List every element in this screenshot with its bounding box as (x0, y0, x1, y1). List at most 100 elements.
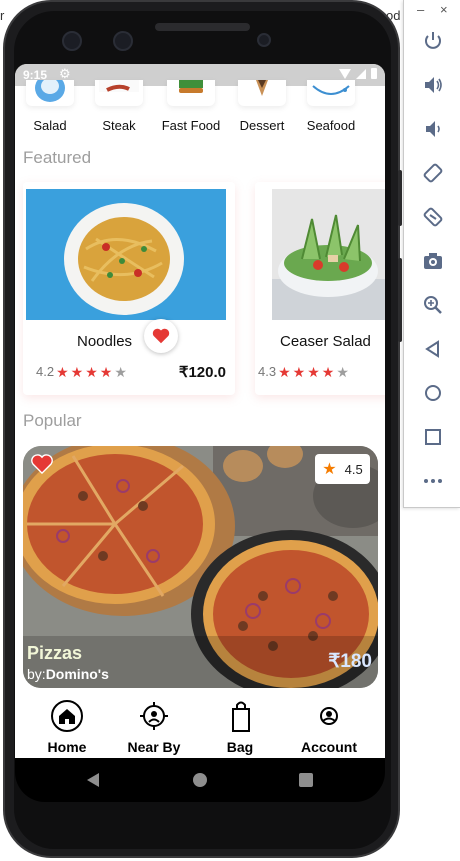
category-dessert-image (238, 80, 286, 106)
vendor-name: Domino's (45, 666, 109, 682)
nav-bag[interactable]: Bag (223, 698, 257, 755)
star-icon: ★ (278, 363, 291, 380)
power-icon (425, 32, 441, 49)
category-seafood[interactable]: Seafood (301, 80, 361, 136)
zoom-button[interactable] (418, 290, 448, 320)
wifi-icon (339, 68, 351, 79)
phone-camera-left (62, 31, 82, 51)
nav-bag-label: Bag (226, 739, 254, 755)
category-dessert[interactable]: Dessert (232, 80, 292, 136)
screenshot-icon (424, 253, 442, 269)
more-button[interactable] (418, 466, 448, 496)
featured-card-ceaser-salad[interactable]: Ceaser Salad 4.3 ★ ★ ★ ★ ★ (255, 182, 385, 395)
volume-down-button[interactable] (418, 114, 448, 144)
bottom-navigation: Home Near By Bag Account (15, 694, 385, 758)
zoom-icon (424, 296, 442, 314)
minimize-button[interactable]: – (417, 2, 424, 17)
salad-photo (272, 189, 385, 320)
nav-home[interactable]: Home (45, 698, 89, 755)
star-icon: ★ (307, 363, 320, 380)
popular-rating-badge: ★ 4.5 (315, 454, 370, 484)
near-by-icon (140, 702, 168, 730)
account-icon (320, 707, 338, 725)
nav-home-label: Home (47, 739, 87, 755)
rotate-right-button[interactable] (418, 202, 448, 232)
bag-icon (232, 701, 250, 732)
volume-down-icon (426, 121, 440, 137)
power-button[interactable] (418, 26, 448, 56)
system-navigation-bar (15, 758, 385, 802)
system-back-icon[interactable] (86, 772, 100, 788)
home-button[interactable] (418, 378, 448, 408)
star-icon: ★ (292, 363, 306, 380)
home-icon (51, 700, 83, 732)
home-icon (425, 385, 441, 401)
system-home-icon[interactable] (192, 772, 208, 788)
featured-item-price: ₹120.0 (178, 364, 226, 381)
star-icon: ★ (70, 363, 84, 380)
phone-sensor (257, 33, 271, 47)
app-screen: 9:15 ⚙ Salad Steak Fast Food Dessert Sea… (15, 64, 385, 758)
overview-button[interactable] (418, 422, 448, 452)
popular-item-vendor: by:Domino's (27, 666, 109, 682)
star-icon: ★ (99, 363, 113, 380)
status-icons (339, 68, 377, 79)
popular-rating-value: 4.5 (344, 461, 363, 477)
popular-card-pizzas[interactable]: ★ 4.5 Pizzas by:Domino's ₹180 (23, 446, 378, 688)
rotate-left-button[interactable] (418, 158, 448, 188)
featured-card-noodles[interactable]: Noodles 4.2 ★ ★ ★ ★ ★ ₹120.0 (23, 182, 235, 395)
emulator-window: r od 9:15 ⚙ Salad Steak Fast Food Desser… (0, 0, 460, 861)
star-icon: ★ (85, 363, 98, 380)
category-salad-label: Salad (33, 118, 67, 133)
rotate-left-icon (423, 163, 443, 183)
favorite-button[interactable] (144, 319, 178, 353)
nav-account-label: Account (301, 739, 357, 755)
nav-near-by-label: Near By (127, 739, 181, 755)
phone-volume-key (398, 258, 402, 342)
featured-title: Featured (23, 148, 92, 167)
back-button[interactable] (418, 334, 448, 364)
category-seafood-image (307, 80, 355, 106)
back-icon (425, 340, 439, 358)
rotate-right-icon (423, 207, 443, 227)
volume-up-icon (425, 77, 442, 93)
featured-item-name: Noodles (77, 333, 133, 350)
featured-item-name: Ceaser Salad (280, 333, 371, 350)
category-fast-food-label: Fast Food (161, 118, 221, 133)
favorite-button[interactable] (31, 454, 53, 479)
screenshot-button[interactable] (418, 246, 448, 276)
star-icon: ★ (321, 363, 335, 380)
category-salad[interactable]: Salad (20, 80, 80, 136)
nav-account[interactable]: Account (299, 698, 359, 755)
more-icon (424, 479, 442, 483)
close-button[interactable]: × (440, 2, 448, 17)
star-icon: ★ (322, 461, 337, 478)
featured-item-rating: 4.2 ★ ★ ★ ★ ★ (36, 364, 127, 379)
phone-camera-right (113, 31, 133, 51)
rating-value: 4.3 (258, 364, 277, 379)
emulator-toolbar: – × (403, 0, 460, 508)
volume-up-button[interactable] (418, 70, 448, 100)
category-fast-food-image (167, 80, 215, 106)
category-steak-image (95, 80, 143, 106)
star-icon: ★ (56, 363, 69, 380)
category-steak[interactable]: Steak (89, 80, 149, 136)
category-fast-food[interactable]: Fast Food (161, 80, 221, 136)
rating-value: 4.2 (36, 364, 55, 379)
popular-item-name: Pizzas (27, 643, 83, 663)
vendor-prefix: by: (27, 666, 46, 682)
featured-item-rating: 4.3 ★ ★ ★ ★ ★ (258, 364, 349, 379)
category-seafood-label: Seafood (306, 118, 356, 133)
noodles-photo (26, 189, 226, 320)
overview-icon (425, 429, 441, 445)
phone-speaker (155, 23, 250, 31)
category-salad-image (26, 80, 74, 106)
desktop-edge-text-left: r (0, 8, 5, 23)
category-strip: Salad Steak Fast Food Dessert Seafood (15, 80, 385, 136)
nav-near-by[interactable]: Near By (126, 698, 182, 755)
system-overview-icon[interactable] (299, 773, 313, 787)
phone-power-key (398, 170, 402, 226)
popular-title: Popular (23, 411, 82, 430)
heart-icon (31, 454, 53, 475)
popular-item-price: ₹180 (328, 651, 372, 672)
